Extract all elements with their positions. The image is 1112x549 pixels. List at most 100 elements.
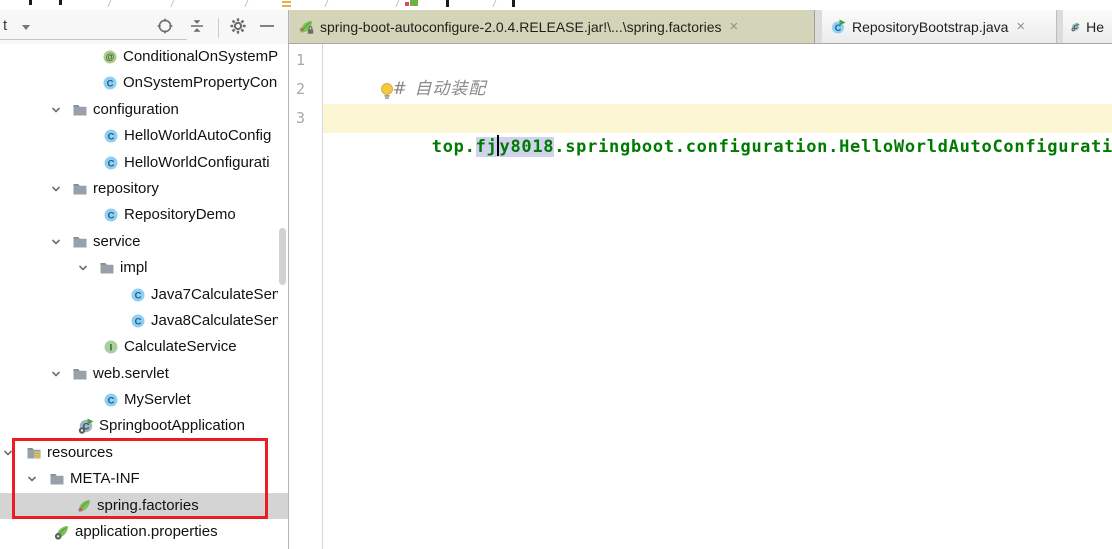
tree-item-label: MyServlet <box>124 387 278 413</box>
interface-icon: I <box>103 339 119 355</box>
close-icon[interactable]: × <box>1016 18 1025 35</box>
svg-text:C: C <box>108 132 115 143</box>
class-icon: C <box>130 287 146 303</box>
panel-header-border <box>0 39 187 40</box>
tree-item[interactable]: C RepositoryDemo <box>0 202 288 228</box>
chevron-expanded-icon[interactable] <box>75 260 91 276</box>
tree-item[interactable]: C SpringbootApplication <box>0 413 288 439</box>
tree-item-label: SpringbootApplication <box>99 413 278 439</box>
package-folder-icon <box>72 181 88 197</box>
code-editor[interactable]: 1 2 3 # 自动装配 org.springframework.boot.au… <box>289 44 1112 549</box>
chevron-expanded-icon[interactable] <box>48 234 64 250</box>
svg-text:C: C <box>108 396 115 407</box>
breadcrumb-separator: / <box>245 0 248 10</box>
clipped-text-fragment <box>446 0 449 7</box>
tree-item[interactable]: I CalculateService <box>0 334 288 360</box>
tab-partial[interactable]: C He <box>1063 10 1112 43</box>
project-view-selector-label[interactable]: t <box>3 17 7 34</box>
java-class-run-icon: C <box>830 19 846 35</box>
close-icon[interactable]: × <box>730 18 739 35</box>
tree-item[interactable]: C HelloWorldAutoConfig <box>0 123 288 149</box>
collapse-all-icon[interactable] <box>188 17 206 35</box>
tab-spring-factories[interactable]: spring-boot-autoconfigure-2.0.4.RELEASE.… <box>290 10 815 43</box>
highlighted-identifier: fjy8018 <box>476 137 555 157</box>
package-folder-icon <box>72 234 88 250</box>
code-line-comment[interactable]: # 自动装配 <box>323 46 1112 75</box>
spring-leaf-gear-icon <box>54 524 70 540</box>
svg-text:C: C <box>107 79 114 90</box>
tree-item-label: Java8CalculateServi <box>151 308 278 334</box>
clipped-top-strip: / / / / / / <box>0 0 1112 10</box>
clipped-text-fragment <box>512 0 515 7</box>
tree-item[interactable]: @ ConditionalOnSystemP <box>0 44 288 70</box>
tree-item[interactable]: C MyServlet <box>0 387 288 413</box>
svg-text:@: @ <box>106 52 115 62</box>
tree-item-label: configuration <box>93 97 278 123</box>
class-icon: C <box>102 75 118 91</box>
project-panel-toolbar: t <box>0 10 288 44</box>
clipped-leaf-icon-fragment <box>405 2 409 6</box>
toolbar-divider <box>218 18 219 38</box>
svg-text:I: I <box>110 343 113 354</box>
editor-area: spring-boot-autoconfigure-2.0.4.RELEASE.… <box>289 10 1112 549</box>
tree-item-label: repository <box>93 176 278 202</box>
property-value: top. <box>432 137 476 157</box>
tree-item-label: service <box>93 229 278 255</box>
tree-item[interactable]: application.properties <box>0 519 288 545</box>
chevron-expanded-icon[interactable] <box>48 181 64 197</box>
class-icon: C <box>103 155 119 171</box>
code-line-value-current[interactable]: top.fjy8018.springboot.configuration.Hel… <box>323 104 1112 133</box>
tree-item-label: OnSystemPropertyCon <box>123 70 278 96</box>
tree-item[interactable]: configuration <box>0 97 288 123</box>
identifier-part: y8018 <box>499 137 554 157</box>
spring-boot-class-icon: C <box>1071 19 1080 35</box>
property-value: .springboot.configuration.HelloWorldAuto… <box>554 137 1112 157</box>
red-annotation-rectangle <box>12 438 268 519</box>
clipped-leaf-icon-fragment <box>410 0 418 6</box>
tab-title: RepositoryBootstrap.java <box>852 19 1008 35</box>
tree-item[interactable]: C Java7CalculateServi <box>0 282 288 308</box>
tab-repository-bootstrap[interactable]: C RepositoryBootstrap.java × <box>822 10 1057 43</box>
tree-item[interactable]: C Java8CalculateServi <box>0 308 288 334</box>
spring-boot-class-icon: C <box>78 418 94 434</box>
tree-scrollbar-thumb[interactable] <box>279 228 286 285</box>
tab-title: He <box>1086 19 1104 35</box>
tree-item-label: application.properties <box>75 519 278 545</box>
tree-item[interactable]: impl <box>0 255 288 281</box>
tree-item[interactable]: service <box>0 229 288 255</box>
package-folder-icon <box>99 260 115 276</box>
svg-text:C: C <box>135 290 142 301</box>
breadcrumb-separator: / <box>493 0 496 10</box>
tree-item-label: ConditionalOnSystemP <box>123 44 278 70</box>
settings-gear-icon[interactable] <box>229 17 247 35</box>
svg-text:C: C <box>108 158 115 169</box>
tree-item[interactable]: repository <box>0 176 288 202</box>
chevron-expanded-icon[interactable] <box>48 366 64 382</box>
editor-tab-bar: spring-boot-autoconfigure-2.0.4.RELEASE.… <box>289 10 1112 44</box>
project-tool-window: t @ <box>0 10 288 549</box>
tree-item[interactable]: C OnSystemPropertyCon <box>0 70 288 96</box>
svg-text:C: C <box>108 211 115 222</box>
clipped-icon-fragment <box>282 5 291 7</box>
tree-item-label: CalculateService <box>124 334 278 360</box>
tab-title: spring-boot-autoconfigure-2.0.4.RELEASE.… <box>320 19 722 35</box>
breadcrumb-separator: / <box>325 0 328 10</box>
tree-item-label: HelloWorldAutoConfig <box>124 123 278 149</box>
tree-item-label: RepositoryDemo <box>124 202 278 228</box>
line-number: 2 <box>296 75 305 104</box>
line-number: 1 <box>296 46 305 75</box>
spring-factories-readonly-icon <box>298 19 314 35</box>
class-icon: C <box>130 313 146 329</box>
locate-icon[interactable] <box>156 17 174 35</box>
code-line-key[interactable]: org.springframework.boot.autoconfigure.E… <box>323 75 1112 104</box>
tree-item[interactable]: C HelloWorldConfigurati <box>0 150 288 176</box>
tree-item-label: HelloWorldConfigurati <box>124 150 278 176</box>
clipped-text-fragment <box>29 0 32 5</box>
breadcrumb-separator: / <box>108 0 111 10</box>
intention-lightbulb-icon[interactable] <box>379 82 395 101</box>
minimize-icon[interactable] <box>258 17 276 35</box>
chevron-expanded-icon[interactable] <box>48 102 64 118</box>
tree-item[interactable]: web.servlet <box>0 361 288 387</box>
package-folder-icon <box>72 366 88 382</box>
chevron-down-icon[interactable] <box>22 25 30 30</box>
